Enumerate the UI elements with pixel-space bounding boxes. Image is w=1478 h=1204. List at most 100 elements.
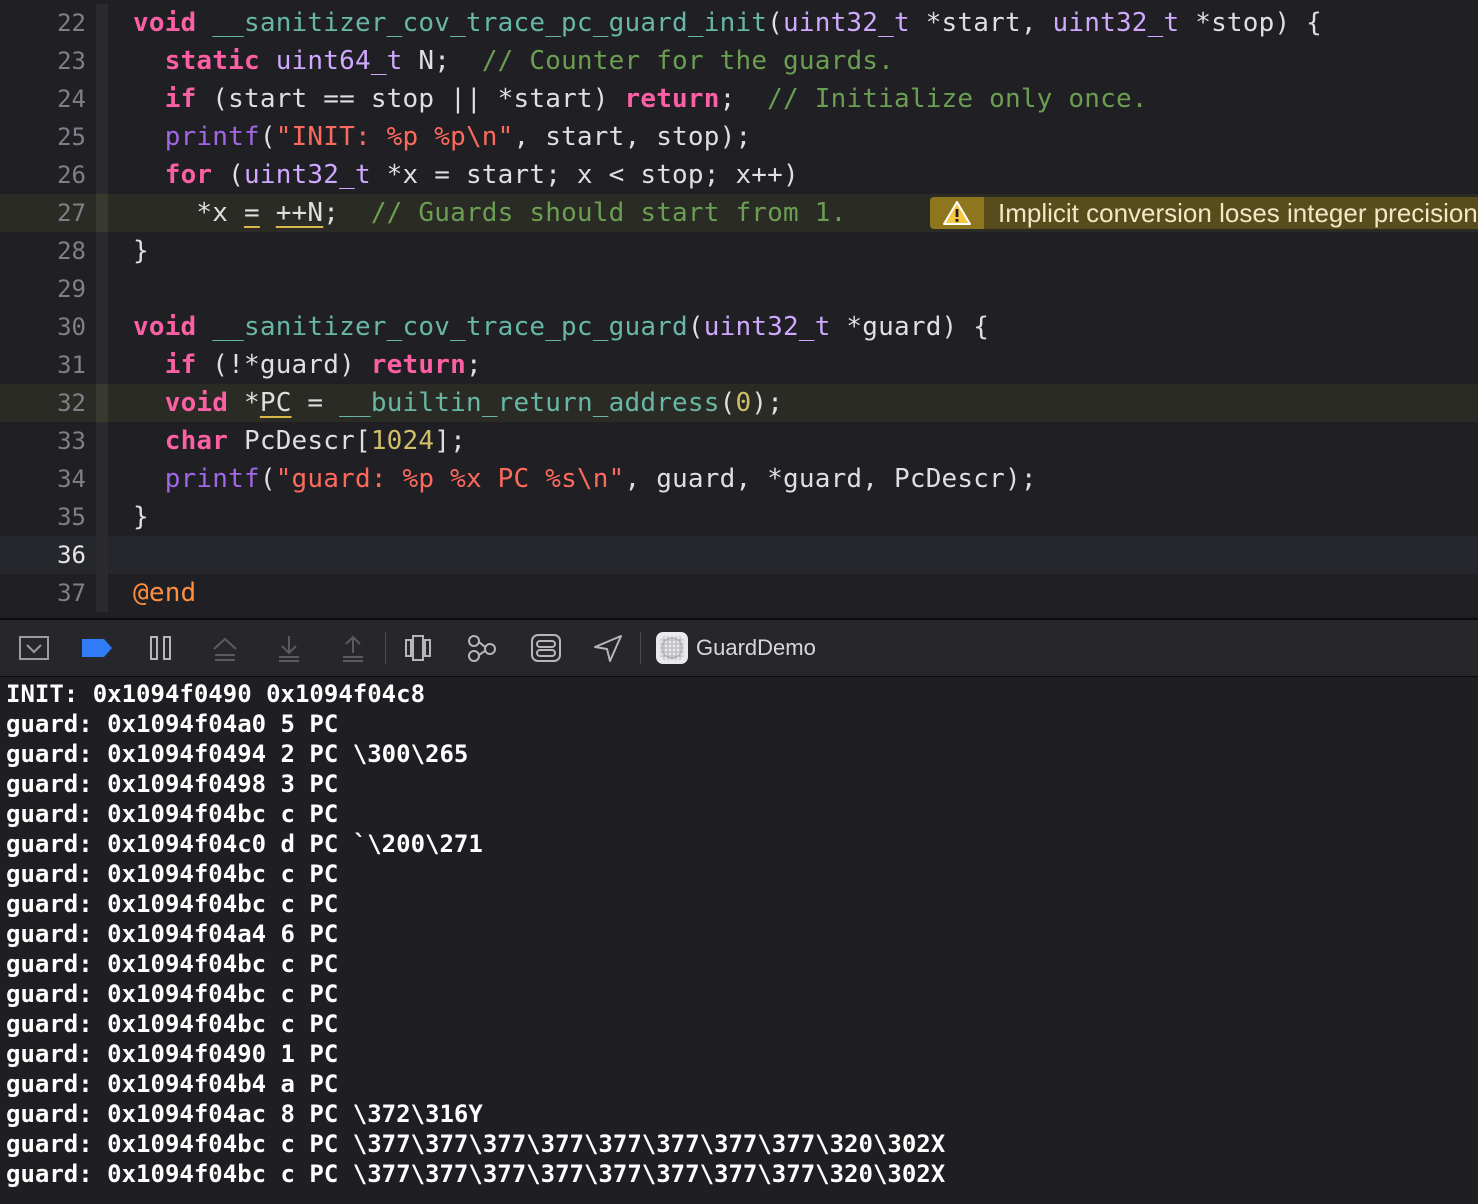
code-line[interactable]: 29: [0, 270, 1478, 308]
gutter-ribbon[interactable]: [96, 156, 108, 194]
simulate-location-button[interactable]: [587, 628, 629, 668]
hide-debug-area-button[interactable]: [13, 628, 55, 668]
source-editor[interactable]: 22 void __sanitizer_cov_trace_pc_guard_in…: [0, 0, 1478, 618]
code-token: void: [133, 312, 197, 342]
gutter-ribbon[interactable]: [96, 232, 108, 270]
gutter-ribbon[interactable]: [96, 384, 108, 422]
step-over-button[interactable]: [204, 628, 246, 668]
code-token: (: [719, 388, 736, 418]
code-line[interactable]: 24 if (start == stop || *start) return; …: [0, 80, 1478, 118]
gutter-ribbon[interactable]: [96, 4, 108, 42]
line-number[interactable]: 27: [0, 194, 96, 232]
gutter-ribbon[interactable]: [96, 460, 108, 498]
debug-memory-graph-button[interactable]: [461, 628, 503, 668]
line-number-text: 37: [57, 579, 86, 607]
environment-overrides-button[interactable]: [525, 628, 567, 668]
warning-annotation[interactable]: Implicit conversion loses integer precis…: [930, 197, 1478, 229]
gutter-ribbon[interactable]: [96, 536, 108, 574]
code-token: *x: [133, 198, 244, 228]
code-token: (: [259, 122, 276, 152]
breakpoints-toggle-button[interactable]: [76, 628, 118, 668]
code-token: (: [212, 160, 244, 190]
app-target-name[interactable]: GuardDemo: [696, 620, 816, 676]
code-text: void *PC = __builtin_return_address(0);: [133, 384, 783, 422]
warning-message: Implicit conversion loses integer precis…: [998, 198, 1478, 228]
line-number[interactable]: 36: [0, 536, 96, 574]
console-output[interactable]: INIT: 0x1094f0490 0x1094f04c8 guard: 0x10…: [0, 677, 1478, 1204]
toolbar-separator: [385, 632, 386, 664]
gutter-ribbon[interactable]: [96, 346, 108, 384]
console-line: guard: 0x1094f04ac 8 PC \372\316Y: [6, 1100, 483, 1128]
code-text: *x = ++N; // Guards should start from 1.: [133, 194, 846, 232]
code-token: char: [164, 426, 229, 456]
line-number[interactable]: 33: [0, 422, 96, 460]
code-line[interactable]: 23 static uint64_t N; // Counter for the…: [0, 42, 1478, 80]
code-token: ];: [434, 426, 466, 456]
gutter-ribbon[interactable]: [96, 498, 108, 536]
code-line[interactable]: 26 for (uint32_t *x = start; x < stop; x…: [0, 156, 1478, 194]
line-number[interactable]: 23: [0, 42, 96, 80]
line-number[interactable]: 34: [0, 460, 96, 498]
code-line[interactable]: 37 @end: [0, 574, 1478, 612]
gutter-ribbon[interactable]: [96, 422, 108, 460]
code-text: if (start == stop || *start) return; // …: [133, 80, 1148, 118]
code-token: 0: [735, 388, 752, 418]
code-text: void __sanitizer_cov_trace_pc_guard_init…: [133, 4, 1322, 42]
line-number[interactable]: 22: [0, 4, 96, 42]
step-out-icon: [343, 635, 363, 662]
code-token: =: [243, 198, 260, 228]
line-number[interactable]: 37: [0, 574, 96, 612]
code-token: *stop) {: [1179, 8, 1323, 38]
console-line: guard: 0x1094f04bc c PC \377\377\377\377…: [6, 1160, 946, 1188]
code-text: }: [133, 498, 149, 536]
code-line[interactable]: 22 void __sanitizer_cov_trace_pc_guard_in…: [0, 4, 1478, 42]
code-token: __sanitizer_cov_trace_pc_guard: [212, 312, 688, 342]
console-line: INIT: 0x1094f0490 0x1094f04c8: [6, 680, 426, 708]
line-number[interactable]: 28: [0, 232, 96, 270]
code-line[interactable]: 31 if (!*guard) return;: [0, 346, 1478, 384]
debug-bar: GuardDemo: [0, 620, 1478, 677]
line-number[interactable]: 26: [0, 156, 96, 194]
step-into-button[interactable]: [268, 628, 310, 668]
gutter-ribbon[interactable]: [96, 42, 108, 80]
console-line: guard: 0x1094f04bc c PC: [6, 980, 339, 1008]
code-token: __builtin_return_address: [339, 388, 720, 418]
line-number[interactable]: 30: [0, 308, 96, 346]
code-line[interactable]: 27 *x = ++N; // Guards should start from…: [0, 194, 1478, 232]
code-text: printf("guard: %p %x PC %s\n", guard, *g…: [133, 460, 1037, 498]
code-line[interactable]: 28}: [0, 232, 1478, 270]
line-number[interactable]: 25: [0, 118, 96, 156]
code-line[interactable]: 25 printf("INIT: %p %p\n", start, stop);: [0, 118, 1478, 156]
code-line[interactable]: 35}: [0, 498, 1478, 536]
code-line[interactable]: 30 void __sanitizer_cov_trace_pc_guard(ui…: [0, 308, 1478, 346]
gutter-ribbon[interactable]: [96, 194, 108, 232]
gutter-ribbon[interactable]: [96, 270, 108, 308]
step-out-button[interactable]: [332, 628, 374, 668]
gutter-ribbon[interactable]: [96, 80, 108, 118]
pause-button[interactable]: [140, 628, 182, 668]
code-line[interactable]: 36: [0, 536, 1478, 574]
line-number[interactable]: 29: [0, 270, 96, 308]
code-line[interactable]: 33 char PcDescr[1024];: [0, 422, 1478, 460]
code-token: // Guards should start from 1.: [370, 198, 847, 228]
step-over-icon: [213, 637, 237, 661]
gutter-ribbon[interactable]: [96, 574, 108, 612]
warning-triangle-icon[interactable]: [930, 197, 984, 229]
line-number[interactable]: 31: [0, 346, 96, 384]
line-number[interactable]: 24: [0, 80, 96, 118]
line-number-text: 23: [57, 47, 86, 75]
gutter-ribbon[interactable]: [96, 118, 108, 156]
code-token: static: [164, 46, 260, 76]
app-target-icon[interactable]: [656, 632, 688, 664]
line-number[interactable]: 32: [0, 384, 96, 422]
line-number-text: 27: [57, 199, 86, 227]
debug-view-hierarchy-button[interactable]: [397, 628, 439, 668]
code-line[interactable]: 32 void *PC = __builtin_return_address(0…: [0, 384, 1478, 422]
hide-panel-icon: [19, 636, 49, 660]
code-line[interactable]: 34 printf("guard: %p %x PC %s\n", guard,…: [0, 460, 1478, 498]
code-token: =: [291, 388, 340, 418]
toolbar-separator: [640, 632, 641, 664]
gutter-ribbon[interactable]: [96, 308, 108, 346]
line-number[interactable]: 35: [0, 498, 96, 536]
line-number-text: 32: [57, 389, 86, 417]
